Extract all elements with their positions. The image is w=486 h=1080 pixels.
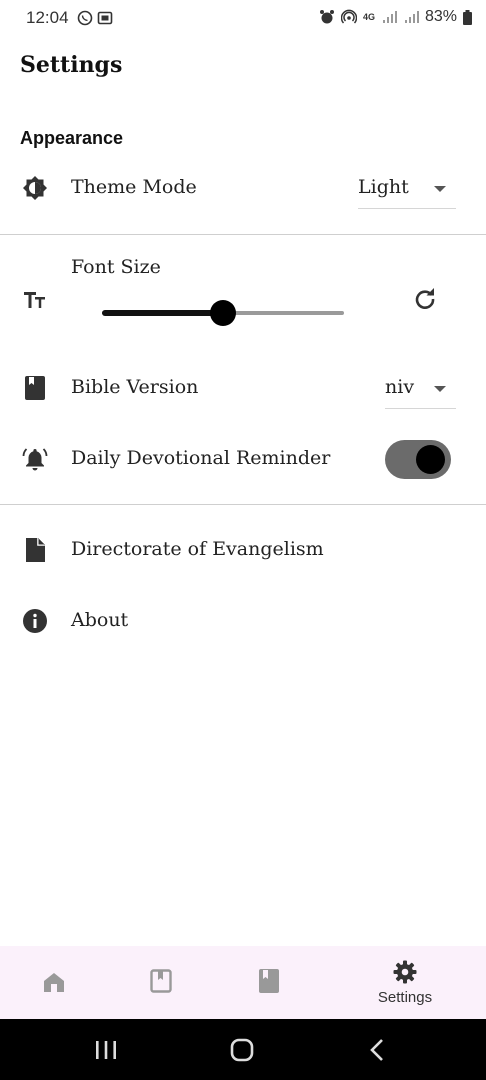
gear-icon xyxy=(393,960,417,984)
divider xyxy=(0,504,486,505)
slider-thumb[interactable] xyxy=(210,300,236,326)
screen-record-icon xyxy=(97,11,113,25)
refresh-icon[interactable] xyxy=(413,287,437,311)
signal-icon xyxy=(382,11,397,23)
toggle-knob xyxy=(416,445,445,474)
brightness-icon xyxy=(23,176,47,200)
font-size-label: Font Size xyxy=(71,256,161,278)
bookmark-book-icon xyxy=(150,969,172,993)
alarm-icon xyxy=(319,10,334,24)
whatsapp-icon xyxy=(77,10,93,26)
bell-icon xyxy=(22,448,48,471)
home-button-icon[interactable] xyxy=(227,1035,257,1065)
system-navigation-bar xyxy=(0,1019,486,1080)
info-icon xyxy=(23,609,47,633)
status-left-icons xyxy=(77,10,113,26)
status-right-icons: 4G 83% xyxy=(319,8,472,26)
bible-version-dropdown[interactable]: niv xyxy=(385,372,456,409)
home-icon xyxy=(44,973,64,992)
theme-mode-label: Theme Mode xyxy=(71,176,197,198)
book-icon xyxy=(25,376,45,400)
recent-apps-icon[interactable] xyxy=(91,1035,121,1065)
daily-reminder-label: Daily Devotional Reminder xyxy=(71,447,331,469)
bible-icon xyxy=(259,969,279,993)
theme-mode-dropdown[interactable]: Light xyxy=(358,172,456,209)
directorate-label: Directorate of Evangelism xyxy=(71,538,324,560)
document-icon xyxy=(26,538,45,562)
section-title-appearance: Appearance xyxy=(20,128,124,148)
bible-version-label: Bible Version xyxy=(71,376,199,398)
battery-icon xyxy=(463,9,472,25)
theme-mode-value: Light xyxy=(358,176,409,198)
signal-icon-2 xyxy=(404,11,419,23)
status-time: 12:04 xyxy=(26,8,69,27)
about-label: About xyxy=(71,609,129,631)
bible-version-value: niv xyxy=(385,376,415,398)
nav-item-settings[interactable]: Settings xyxy=(375,946,435,1019)
back-icon[interactable] xyxy=(363,1035,393,1065)
battery-percentage: 83% xyxy=(424,8,457,25)
divider xyxy=(0,234,486,235)
chevron-down-icon xyxy=(434,186,446,192)
network-type-label: 4G xyxy=(362,11,375,22)
chevron-down-icon xyxy=(434,386,446,392)
nav-item-bible[interactable] xyxy=(239,946,299,1019)
text-size-icon xyxy=(24,292,45,308)
font-size-slider[interactable] xyxy=(102,298,344,328)
slider-track-active xyxy=(102,310,223,316)
bottom-navigation: Settings xyxy=(0,946,486,1019)
page-title: Settings xyxy=(20,52,123,78)
nav-item-home[interactable] xyxy=(24,946,84,1019)
nav-item-bookmarks[interactable] xyxy=(131,946,191,1019)
hotspot-icon xyxy=(340,9,357,24)
daily-reminder-toggle[interactable] xyxy=(385,440,451,479)
status-bar: 12:04 4G 83% xyxy=(0,0,486,36)
nav-label-settings: Settings xyxy=(377,989,433,1006)
